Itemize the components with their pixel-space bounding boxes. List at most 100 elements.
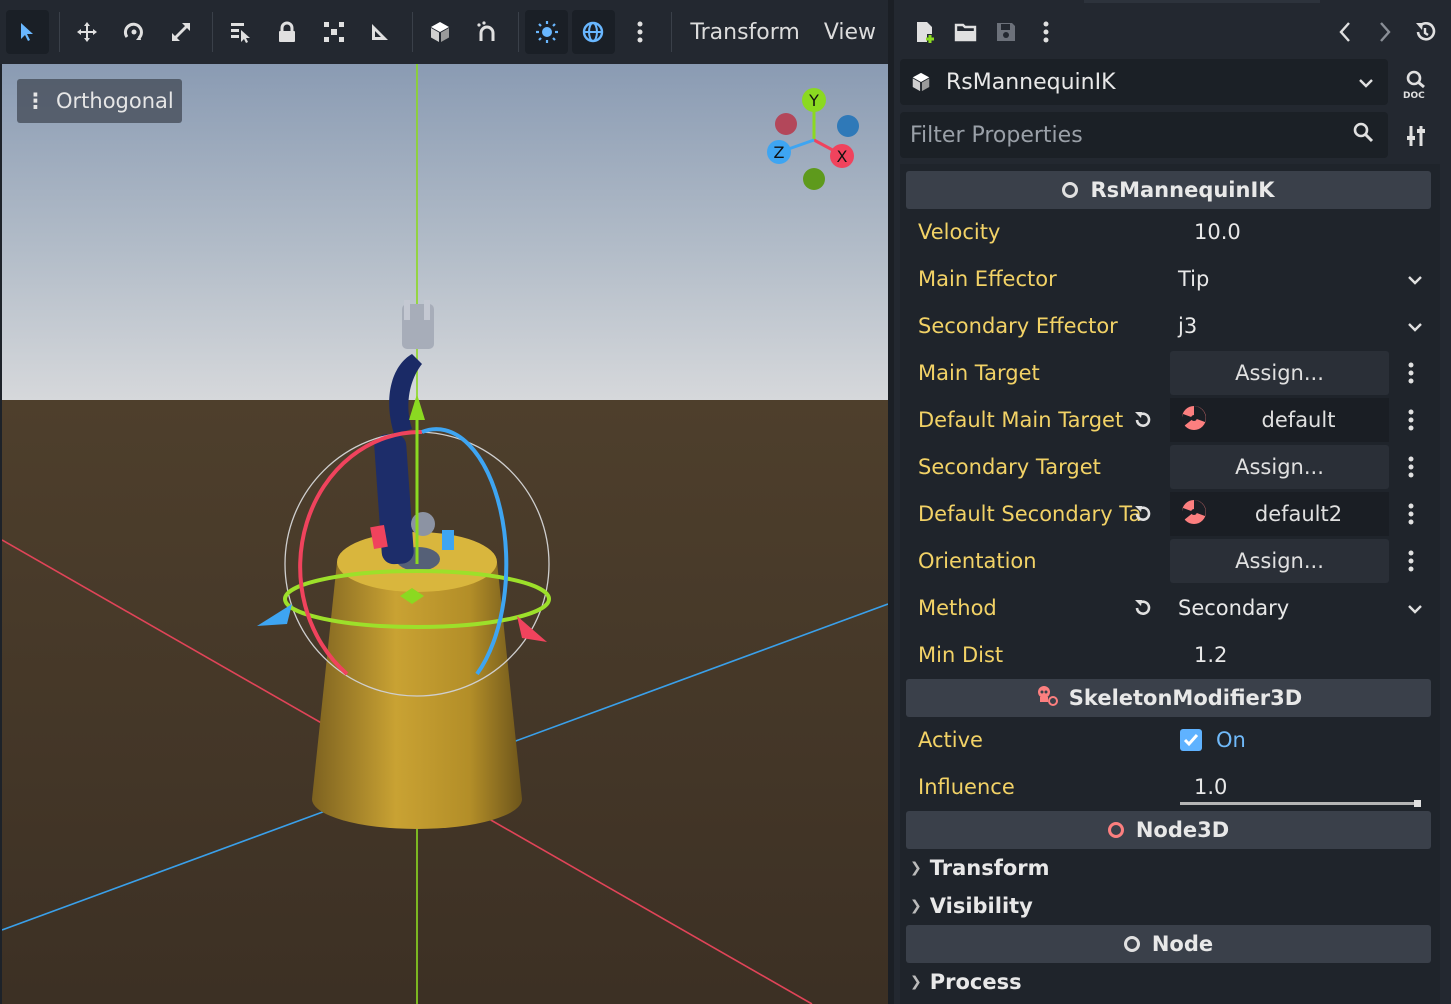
history-forward-button[interactable] (1365, 12, 1405, 52)
toolbar-separator (671, 12, 673, 52)
filter-properties-field[interactable]: Filter Properties (900, 112, 1388, 158)
history-icon (1416, 22, 1436, 41)
environment-preview-button[interactable] (571, 10, 615, 54)
select-tool-button[interactable] (6, 10, 49, 54)
secondary-effector-dropdown[interactable]: j3 (1170, 306, 1431, 346)
influence-slider[interactable]: 1.0 (1170, 767, 1431, 807)
chevron-right-icon (1380, 22, 1391, 42)
scale-icon (171, 23, 190, 41)
node-icon (1123, 936, 1140, 952)
chevron-down-icon (1407, 599, 1423, 618)
slider-grabber[interactable] (1414, 800, 1421, 807)
rotate-tool-button[interactable] (112, 10, 155, 54)
chevron-left-icon (1339, 22, 1350, 42)
velocity-field[interactable]: 10.0 (1170, 212, 1431, 252)
group-process[interactable]: ❯ Process (906, 963, 1431, 1001)
new-resource-button[interactable] (906, 12, 946, 52)
chevron-right-icon: ❯ (910, 860, 922, 876)
toolbar-separator (518, 12, 520, 52)
default-main-target-resource[interactable]: default (1170, 398, 1389, 442)
group-icon (323, 22, 344, 42)
ruler-button[interactable] (359, 10, 402, 54)
list-select-button[interactable] (219, 10, 262, 54)
sun-icon (535, 21, 558, 43)
revert-icon[interactable] (1132, 584, 1154, 631)
orientation-assign-button[interactable]: Assign... (1170, 539, 1389, 583)
folder-icon (954, 23, 977, 42)
resource-icon (1180, 498, 1208, 531)
history-button[interactable] (1405, 12, 1445, 52)
more-options-button[interactable] (619, 10, 662, 54)
view-menu[interactable]: View (812, 20, 888, 45)
more-icon[interactable] (1401, 443, 1421, 490)
transform-menu[interactable]: Transform (678, 20, 811, 45)
secondary-target-assign-button[interactable]: Assign... (1170, 445, 1389, 489)
prop-velocity: Velocity 10.0 (906, 208, 1431, 255)
resource-icon (1180, 404, 1208, 437)
lock-icon (278, 21, 295, 42)
node3d-cube-icon (912, 72, 930, 92)
prop-main-effector: Main Effector Tip (906, 255, 1431, 302)
local-space-button[interactable] (419, 10, 462, 54)
active-checkbox[interactable]: On (1170, 720, 1431, 760)
lock-button[interactable] (266, 10, 309, 54)
resource-more-button[interactable] (1026, 12, 1066, 52)
tools-icon (1407, 126, 1425, 146)
chevron-down-icon (1407, 270, 1423, 289)
group-button[interactable] (312, 10, 355, 54)
prop-influence: Influence 1.0 (906, 763, 1431, 810)
select-arrow-icon (21, 23, 34, 41)
orientation-gizmo[interactable]: Y X Z (762, 84, 872, 196)
prop-main-target: Main Target Assign... (906, 349, 1431, 396)
scale-tool-button[interactable] (159, 10, 202, 54)
node3d-icon (1107, 822, 1124, 838)
section-node3d: Node3D (906, 811, 1431, 849)
more-icon[interactable] (1401, 490, 1421, 537)
main-effector-dropdown[interactable]: Tip (1170, 259, 1431, 299)
sun-preview-button[interactable] (525, 10, 568, 54)
node-selector[interactable]: RsMannequinIK (900, 59, 1388, 105)
snap-button[interactable] (466, 10, 509, 54)
group-visibility[interactable]: ❯ Visibility (906, 887, 1431, 925)
group-transform[interactable]: ❯ Transform (906, 849, 1431, 887)
3d-viewport[interactable]: ⋮ Orthogonal Y X Z (2, 64, 888, 1004)
prop-method: Method Secondary (906, 584, 1431, 631)
svg-text:DOC: DOC (1403, 91, 1425, 99)
search-icon (1352, 121, 1374, 149)
checkbox-checked-icon (1180, 729, 1202, 751)
snap-icon (477, 21, 495, 41)
more-icon[interactable] (1401, 396, 1421, 443)
default-secondary-target-resource[interactable]: default2 (1170, 492, 1389, 536)
prop-secondary-effector: Secondary Effector j3 (906, 302, 1431, 349)
move-tool-button[interactable] (66, 10, 109, 54)
save-resource-button[interactable] (986, 12, 1026, 52)
main-target-assign-button[interactable]: Assign... (1170, 351, 1389, 395)
open-docs-button[interactable]: DOC (1394, 62, 1438, 106)
chevron-down-icon (1358, 72, 1374, 93)
prop-default-secondary-target: Default Secondary Ta default2 (906, 490, 1431, 537)
prop-orientation: Orientation Assign... (906, 537, 1431, 584)
prop-active: Active On (906, 716, 1431, 763)
list-select-icon (231, 23, 251, 43)
min-dist-field[interactable]: 1.2 (1170, 635, 1431, 675)
tab-indicator (1084, 0, 1320, 3)
revert-icon[interactable] (1132, 490, 1154, 537)
node-name: RsMannequinIK (946, 69, 1116, 95)
inspector-tools-button[interactable] (1394, 114, 1438, 158)
more-icon[interactable] (1401, 349, 1421, 396)
section-node: Node (906, 925, 1431, 963)
open-resource-button[interactable] (946, 12, 986, 52)
section-rsmannequinik: RsMannequinIK (906, 171, 1431, 209)
viewport-mode-menu[interactable]: ⋮ Orthogonal (17, 79, 182, 123)
save-icon (997, 23, 1015, 41)
method-dropdown[interactable]: Secondary (1170, 588, 1431, 628)
prop-secondary-target: Secondary Target Assign... (906, 443, 1431, 490)
new-file-icon (917, 22, 934, 43)
revert-icon[interactable] (1132, 396, 1154, 443)
viewport-toolbar: Transform View (0, 0, 888, 64)
more-icon[interactable] (1401, 537, 1421, 584)
environment-icon (583, 21, 604, 43)
history-back-button[interactable] (1325, 12, 1365, 52)
docs-icon: DOC (1403, 70, 1425, 99)
gizmo-z-label: Z (774, 143, 785, 162)
